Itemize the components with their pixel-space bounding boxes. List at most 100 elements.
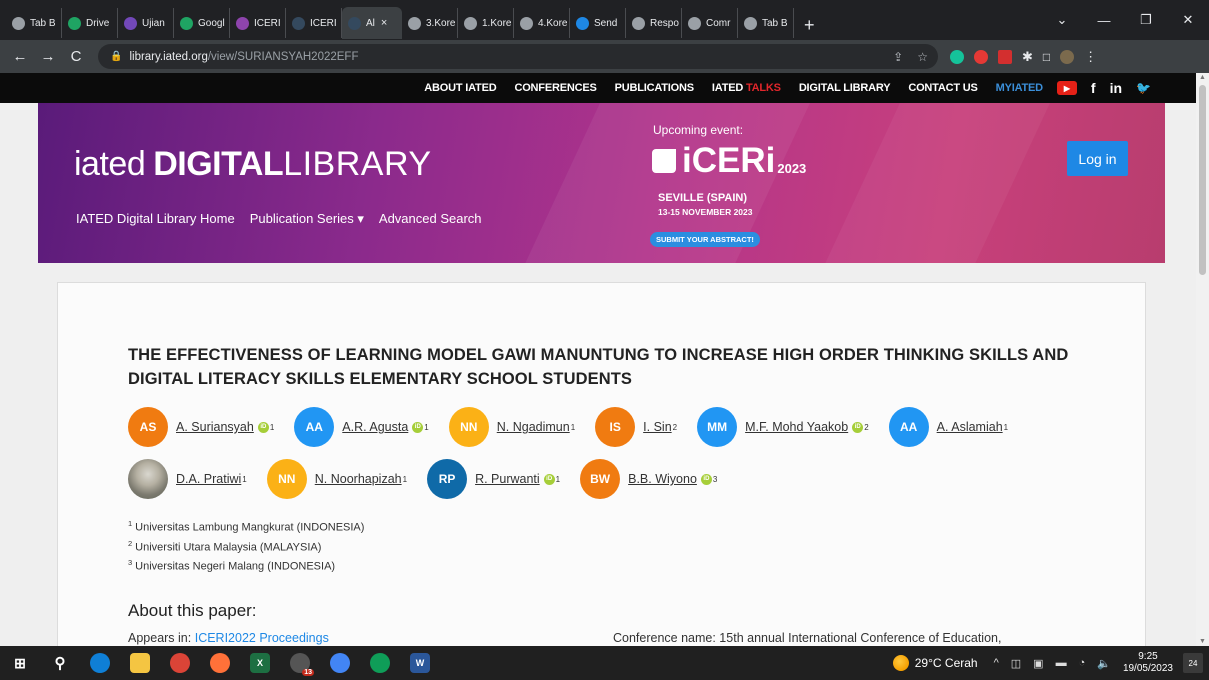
browser-tab[interactable]: Tab B — [738, 8, 794, 38]
author-entry: IS I. Sin 2 — [595, 407, 677, 447]
banner-nav-advanced-search[interactable]: Advanced Search — [379, 211, 482, 227]
author-initials-avatar: NN — [448, 407, 489, 447]
author-name-link[interactable]: A. Suriansyah — [176, 420, 254, 434]
volume-icon[interactable]: 🔈 — [1097, 657, 1111, 670]
browser-tab[interactable]: 4.Kore — [514, 8, 570, 38]
bookmark-star-icon[interactable]: ☆ — [917, 50, 928, 64]
conference-name: Conference name: 15th annual Internation… — [613, 631, 1002, 645]
address-bar[interactable]: 🔒 library.iated.org/view/SURIANSYAH2022E… — [98, 44, 938, 69]
iceri-event-logo[interactable]: iCERi 2023 — [652, 141, 806, 181]
taskbar-excel[interactable]: X — [240, 646, 280, 680]
scroll-down-icon[interactable]: ▼ — [1199, 638, 1206, 645]
chrome-profile-icon — [330, 653, 350, 673]
linkedin-icon[interactable]: in — [1110, 80, 1122, 96]
facebook-icon[interactable]: f — [1091, 80, 1096, 96]
banner-nav-home[interactable]: IATED Digital Library Home — [76, 211, 235, 227]
reload-button[interactable]: C — [62, 48, 90, 65]
nav-digital-library[interactable]: DIGITAL LIBRARY — [799, 82, 891, 94]
orcid-icon[interactable]: iD — [852, 421, 864, 433]
submit-abstract-button[interactable]: SUBMIT YOUR ABSTRACT! — [650, 232, 760, 247]
banner-nav-publication-series[interactable]: Publication Series ▾ — [250, 211, 364, 227]
twitter-icon[interactable]: 🐦 — [1136, 81, 1151, 95]
browser-tab[interactable]: Tab B — [6, 8, 62, 38]
start-button[interactable]: ⊞ — [0, 646, 40, 680]
forward-button[interactable]: → — [34, 48, 62, 65]
scroll-up-icon[interactable]: ▲ — [1199, 74, 1206, 81]
browser-tab[interactable]: Comr — [682, 8, 738, 38]
grammarly-extension-icon[interactable] — [950, 49, 964, 64]
wifi-icon[interactable]: ◔ — [1079, 657, 1086, 670]
taskbar-chrome-3[interactable] — [360, 646, 400, 680]
restore-button[interactable]: ❐ — [1125, 12, 1167, 28]
pdf-extension-icon[interactable] — [998, 49, 1012, 64]
scrollbar-thumb[interactable] — [1199, 85, 1206, 275]
close-tab-icon[interactable]: × — [381, 17, 387, 29]
author-name-link[interactable]: I. Sin — [643, 420, 672, 434]
browser-tab[interactable]: ICERI — [286, 8, 342, 38]
orcid-icon[interactable]: iD — [257, 421, 269, 433]
browser-tab[interactable]: 1.Kore — [458, 8, 514, 38]
weather-widget[interactable]: 29°C Cerah — [892, 655, 978, 671]
logo-part-library: LIBRARY — [283, 145, 432, 183]
author-name-link[interactable]: A. Aslamiah — [937, 420, 1003, 434]
profile-avatar[interactable] — [1060, 49, 1075, 64]
orcid-icon[interactable]: iD — [412, 421, 424, 433]
taskbar-explorer[interactable] — [120, 646, 160, 680]
iated-digital-library-logo[interactable]: iated DIGITALLIBRARY — [74, 145, 432, 184]
author-name-link[interactable]: R. Purwanti — [475, 472, 540, 486]
page-scrollbar[interactable]: ▲ ▼ — [1196, 73, 1209, 646]
affiliation-line: 3 Universitas Negeri Malang (INDONESIA) — [128, 555, 364, 575]
back-button[interactable]: ← — [6, 48, 34, 65]
screen-icon[interactable]: ▣ — [1033, 657, 1043, 670]
taskbar-chrome-2[interactable] — [320, 646, 360, 680]
nav-conferences[interactable]: CONFERENCES — [514, 82, 596, 94]
taskbar-word[interactable]: W — [400, 646, 440, 680]
tab-search-icon[interactable]: ⌄ — [1041, 12, 1083, 28]
browser-tab[interactable]: Al × — [342, 7, 402, 39]
chevron-up-icon[interactable]: ^ — [994, 657, 999, 670]
battery-icon[interactable]: ▬ — [1056, 657, 1067, 670]
browser-tab[interactable]: Googl — [174, 8, 230, 38]
new-tab-button[interactable]: + — [804, 10, 815, 40]
search-button[interactable]: ⚲ — [40, 646, 80, 680]
nav-about-iated[interactable]: ABOUT IATED — [424, 82, 496, 94]
browser-tab[interactable]: Ujian — [118, 8, 174, 38]
nav-myiated[interactable]: MYIATED — [996, 82, 1043, 94]
nav-publications[interactable]: PUBLICATIONS — [615, 82, 694, 94]
browser-tab[interactable]: Drive — [62, 8, 118, 38]
browser-tab[interactable]: Respo — [626, 8, 682, 38]
tab-label: Comr — [706, 17, 731, 29]
author-name-link[interactable]: D.A. Pratiwi — [176, 472, 241, 486]
clock[interactable]: 9:25 19/05/2023 — [1123, 651, 1173, 675]
adblock-extension-icon[interactable] — [974, 49, 988, 64]
author-name-link[interactable]: N. Noorhapizah — [315, 472, 402, 486]
taskbar-app-badge[interactable]: 13 — [280, 646, 320, 680]
author-name-link[interactable]: M.F. Mohd Yaakob — [745, 420, 848, 434]
author-name-link[interactable]: B.B. Wiyono — [628, 472, 697, 486]
share-icon[interactable]: ⇪ — [893, 50, 903, 64]
author-name-link[interactable]: A.R. Agusta — [342, 420, 408, 434]
nav-contact-us[interactable]: CONTACT US — [908, 82, 977, 94]
login-button[interactable]: Log in — [1067, 141, 1128, 176]
close-window-button[interactable]: ✕ — [1167, 12, 1209, 28]
taskbar-firefox[interactable] — [200, 646, 240, 680]
proceedings-link[interactable]: ICERI2022 Proceedings — [195, 631, 329, 645]
notification-center-icon[interactable]: 24 — [1183, 653, 1203, 673]
side-panel-icon[interactable]: □ — [1043, 50, 1050, 64]
browser-tab[interactable]: 3.Kore — [402, 8, 458, 38]
taskbar-edge[interactable] — [80, 646, 120, 680]
meet-icon[interactable]: ◫ — [1011, 657, 1021, 670]
orcid-icon[interactable]: iD — [543, 473, 555, 485]
nav-iated-talks[interactable]: IATED TALKS — [712, 82, 781, 94]
minimize-button[interactable]: — — [1083, 13, 1125, 28]
puzzle-extensions-icon[interactable]: ✱ — [1022, 49, 1033, 65]
browser-tab[interactable]: Send — [570, 8, 626, 38]
menu-icon[interactable]: ⋮ — [1084, 49, 1097, 65]
taskbar-chrome-1[interactable] — [160, 646, 200, 680]
affiliation-text: Universitas Lambung Mangkurat (INDONESIA… — [135, 521, 365, 534]
browser-tab[interactable]: ICERI — [230, 8, 286, 38]
youtube-icon[interactable]: ▶ — [1056, 81, 1077, 95]
tab-label: 1.Kore — [482, 17, 512, 29]
author-name-link[interactable]: N. Ngadimun — [497, 420, 570, 434]
orcid-icon[interactable]: iD — [700, 473, 712, 485]
